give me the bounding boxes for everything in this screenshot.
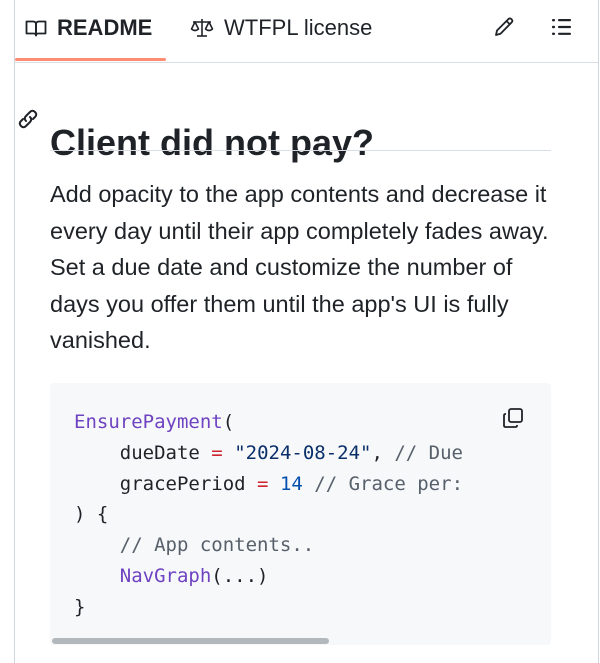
- code-token: // Due: [394, 441, 463, 464]
- link-icon[interactable]: [15, 106, 41, 132]
- code-line: EnsurePayment(: [74, 407, 463, 438]
- code-token: ) {: [74, 503, 109, 526]
- copy-icon: [501, 406, 525, 435]
- tab-bar: README WTFPL license: [15, 0, 598, 63]
- code-token: =: [257, 472, 269, 495]
- tab-license-label: WTFPL license: [224, 15, 373, 40]
- scale-icon: [190, 17, 214, 39]
- outline-button[interactable]: [547, 14, 577, 44]
- code-token: NavGraph: [119, 564, 212, 587]
- code-block: EnsurePayment( dueDate = "2024-08-24", /…: [50, 383, 551, 645]
- list-icon: [551, 16, 573, 43]
- section-heading: Client did not pay?: [15, 92, 551, 163]
- code-line: // App contents..: [74, 530, 463, 561]
- tab-readme[interactable]: README: [25, 0, 152, 56]
- book-icon: [25, 18, 47, 38]
- code-token: EnsurePayment: [74, 411, 223, 433]
- page-title: Client did not pay?: [50, 122, 374, 164]
- code-token: ,: [371, 441, 395, 464]
- scrollbar-thumb[interactable]: [52, 638, 329, 644]
- copy-button[interactable]: [498, 405, 528, 435]
- description-paragraph: Add opacity to the app contents and decr…: [50, 181, 549, 353]
- active-tab-indicator: [15, 58, 166, 61]
- code-token: (...): [211, 564, 269, 587]
- horizontal-scrollbar[interactable]: [50, 637, 551, 645]
- code-token: }: [74, 595, 86, 618]
- readme-panel: README WTFPL license Client did not pay?…: [14, 0, 599, 663]
- edit-button[interactable]: [489, 14, 519, 44]
- code-token: 14: [279, 472, 303, 495]
- code-line: gracePeriod = 14 // Grace per:: [74, 469, 463, 500]
- code-content: EnsurePayment( dueDate = "2024-08-24", /…: [74, 407, 463, 623]
- code-token: dueDate: [119, 441, 212, 464]
- heading-divider: [50, 150, 551, 151]
- code-token: // Grace per:: [314, 472, 464, 495]
- tab-license[interactable]: WTFPL license: [190, 0, 372, 56]
- code-line: NavGraph(...): [74, 561, 463, 592]
- code-line: dueDate = "2024-08-24", // Due: [74, 438, 463, 469]
- pencil-icon: [493, 16, 515, 43]
- code-token: "2024-08-24": [234, 441, 372, 464]
- tab-readme-label: README: [57, 15, 153, 40]
- code-token: =: [211, 441, 223, 464]
- code-line: }: [74, 592, 463, 623]
- code-token: (: [222, 411, 235, 433]
- code-token: // App contents..: [119, 534, 315, 557]
- code-token: gracePeriod: [119, 472, 258, 495]
- code-line: ) {: [74, 499, 463, 530]
